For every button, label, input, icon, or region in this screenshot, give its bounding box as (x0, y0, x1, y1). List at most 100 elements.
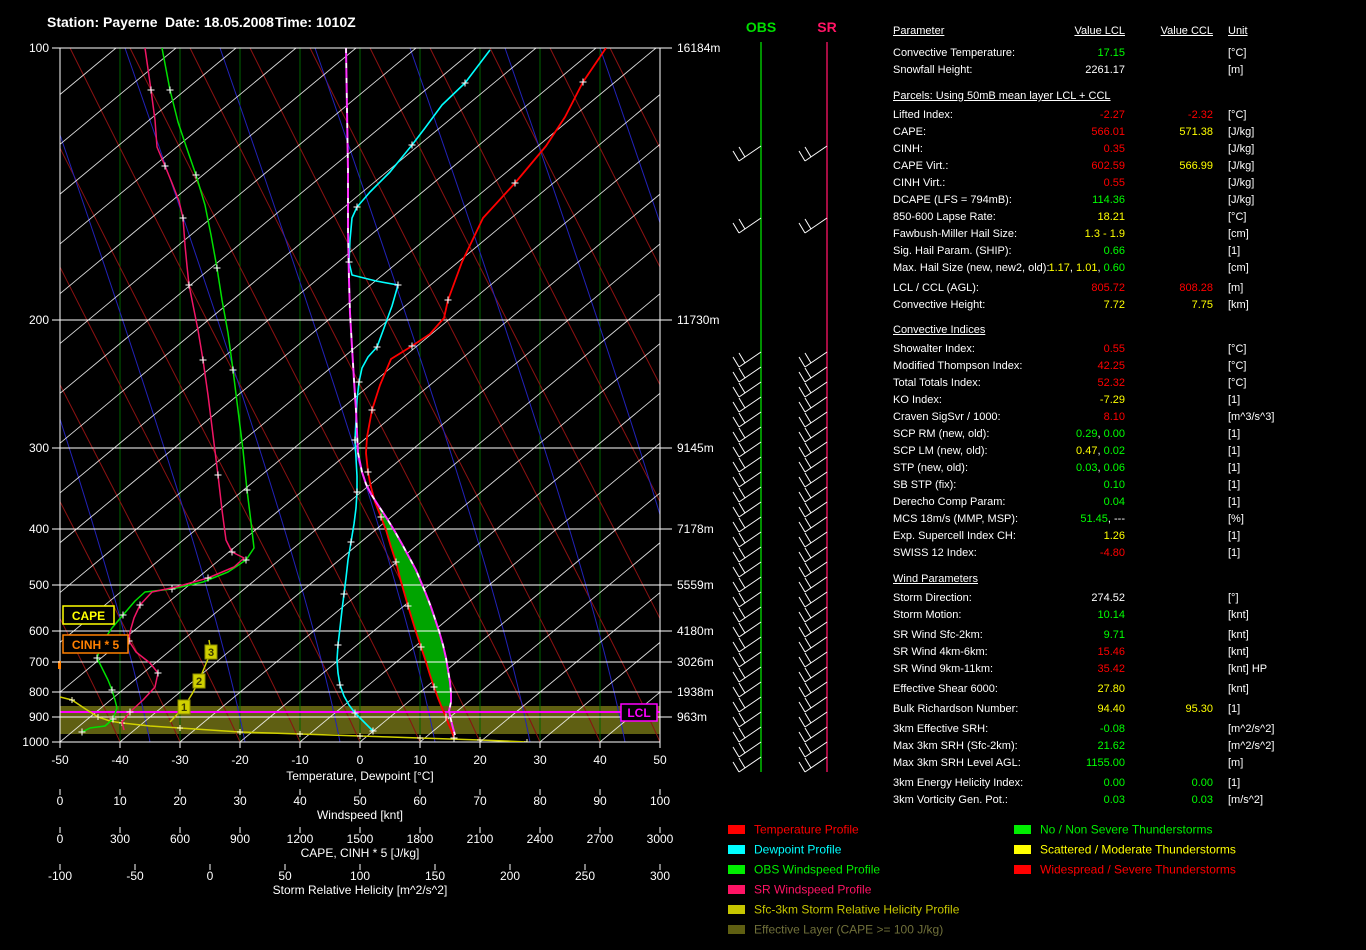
value-ccl: 566.99 (1179, 160, 1213, 172)
svg-text:-30: -30 (171, 753, 189, 767)
unit-cell: [m] (1228, 757, 1244, 769)
column-header-value-ccl: Value CCL (1160, 25, 1213, 37)
unit-cell: [°C] (1228, 377, 1247, 389)
table-row: Showalter Index: 0.55 [°C] (893, 343, 1247, 355)
value-lcl: 274.52 (1091, 592, 1125, 604)
value-ccl: 0.03 (1191, 794, 1213, 806)
unit-cell: [J/kg] (1228, 194, 1255, 206)
cinh-label-box: CINH * 5 (62, 634, 129, 654)
table-row: Craven SigSvr / 1000: 8.10 [m^3/s^3] (893, 411, 1275, 423)
value-lcl: 0.55 (1103, 343, 1125, 355)
value-ccl: 571.38 (1179, 126, 1213, 138)
x-axis-0: -50 -40 -30 -20 -10 0 10 20 30 40 50 Temperature, D… (51, 742, 667, 783)
legend-swatch (1014, 825, 1031, 835)
table-header-row: Parameter Value LCL Value CCL Unit (893, 23, 1363, 39)
table-row: DCAPE (LFS = 794mB): 114.36 [J/kg] (893, 194, 1255, 206)
svg-text:90: 90 (593, 794, 607, 808)
unit-cell: [m^2/s^2] (1228, 740, 1275, 752)
svg-text:16184m: 16184m (677, 41, 720, 55)
svg-text:3: 3 (208, 647, 214, 659)
table-row: Lifted Index: -2.27 -2.32 [°C] (893, 109, 1247, 121)
table-row: Total Totals Index: 52.32 [°C] (893, 377, 1247, 389)
table-row: SR Wind 9km-11km: 35.42 [knt] HP (893, 663, 1268, 675)
svg-text:100: 100 (29, 41, 49, 55)
value-lcl: 51.45, --- (1080, 513, 1125, 525)
legend-swatch (728, 905, 745, 915)
table-row: Max 3km SRH Level AGL: 1155.00 [m] (893, 757, 1244, 769)
table-row: SR Wind 4km-6km: 15.46 [knt] (893, 646, 1249, 658)
unit-cell: [knt] (1228, 646, 1249, 658)
svg-text:2: 2 (196, 676, 202, 688)
table-row: Modified Thompson Index: 42.25 [°C] (893, 360, 1247, 372)
unit-cell: [1] (1228, 703, 1241, 715)
unit-cell: [1] (1228, 428, 1241, 440)
app-window: 1 2 3 CAPE CINH * 5 LCL 100 200 300 400 500 600 700 8… (0, 0, 1366, 950)
svg-text:0: 0 (207, 869, 214, 883)
svg-text:1000: 1000 (22, 735, 49, 749)
value-lcl: 0.35 (1103, 143, 1125, 155)
legend-label: Sfc-3km Storm Relative Helicity Profile (754, 902, 960, 917)
unit-cell: [1] (1228, 462, 1241, 474)
value-lcl: 1.26 (1103, 530, 1125, 542)
date-label: Date: 18.05.2008 (165, 14, 274, 30)
table-row: Storm Motion: 10.14 [knt] (893, 609, 1249, 621)
legend-item: OBS Windspeed Profile (728, 862, 881, 878)
table-row: SCP LM (new, old): 0.47, 0.02 [1] (893, 445, 1241, 457)
unit-cell: [J/kg] (1228, 143, 1255, 155)
svg-text:10: 10 (413, 753, 427, 767)
unit-cell: [J/kg] (1228, 177, 1255, 189)
svg-text:SR: SR (817, 19, 836, 35)
unit-cell: [1] (1228, 496, 1241, 508)
table-section-header: Convective Indices (893, 324, 986, 336)
time-label: Time: 1010Z (275, 14, 356, 30)
value-lcl: 1155.00 (1086, 757, 1125, 769)
obs-wind-column: OBS (732, 19, 776, 773)
value-lcl: 52.32 (1097, 377, 1125, 389)
table-row: SB STP (fix): 0.10 [1] (893, 479, 1241, 491)
svg-text:9145m: 9145m (677, 441, 714, 455)
table-row: Bulk Richardson Number: 94.40 95.30 [1] (893, 703, 1241, 715)
table-row: Sig. Hail Param. (SHIP): 0.66 [1] (893, 245, 1241, 257)
value-lcl: 0.10 (1103, 479, 1125, 491)
value-lcl: 42.25 (1097, 360, 1125, 372)
value-lcl: 0.55 (1103, 177, 1125, 189)
svg-text:60: 60 (413, 794, 427, 808)
unit-cell: [cm] (1228, 262, 1249, 274)
unit-cell: [knt] (1228, 609, 1249, 621)
unit-cell: [1] (1228, 394, 1241, 406)
svg-text:70: 70 (473, 794, 487, 808)
svg-text:50: 50 (278, 869, 292, 883)
svg-text:Storm Relative Helicity [m^2/s: Storm Relative Helicity [m^2/s^2] (273, 883, 448, 897)
value-ccl: 0.00 (1191, 777, 1213, 789)
svg-text:3000: 3000 (647, 832, 674, 846)
table-row: Storm Direction: 274.52 [°] (893, 592, 1239, 604)
value-lcl: 9.71 (1103, 629, 1125, 641)
svg-text:CAPE: CAPE (72, 609, 105, 623)
svg-text:300: 300 (650, 869, 670, 883)
svg-text:-20: -20 (231, 753, 249, 767)
table-row: 3km Energy Helicity Index: 0.00 0.00 [1] (893, 777, 1241, 789)
svg-text:50: 50 (653, 753, 667, 767)
cape-label-box: CAPE (62, 605, 115, 625)
value-lcl: 2261.17 (1085, 64, 1125, 76)
svg-text:1: 1 (181, 702, 187, 714)
value-lcl: -7.29 (1099, 394, 1125, 406)
svg-text:3026m: 3026m (677, 655, 714, 669)
value-lcl: 1.17, 1.01, 0.60 (1048, 262, 1125, 274)
legend-label: No / Non Severe Thunderstorms (1040, 822, 1213, 837)
svg-text:-10: -10 (291, 753, 309, 767)
table-row: MCS 18m/s (MMP, MSP): 51.45, --- [%] (893, 513, 1244, 525)
svg-text:CINH * 5: CINH * 5 (72, 638, 120, 652)
legend-swatch (728, 865, 745, 875)
svg-text:200: 200 (29, 313, 49, 327)
svg-text:200: 200 (500, 869, 520, 883)
value-ccl: 95.30 (1185, 703, 1213, 715)
value-lcl: 0.66 (1103, 245, 1125, 257)
table-row: Effective Shear 6000: 27.80 [knt] (893, 683, 1249, 695)
table-row: Convective Height: 7.72 7.75 [km] (893, 299, 1249, 311)
unit-cell: [m^2/s^2] (1228, 723, 1275, 735)
unit-cell: [m/s^2] (1228, 794, 1264, 806)
legend-swatch (728, 885, 745, 895)
legend-label: OBS Windspeed Profile (754, 862, 881, 877)
value-lcl: 0.29, 0.00 (1076, 428, 1125, 440)
